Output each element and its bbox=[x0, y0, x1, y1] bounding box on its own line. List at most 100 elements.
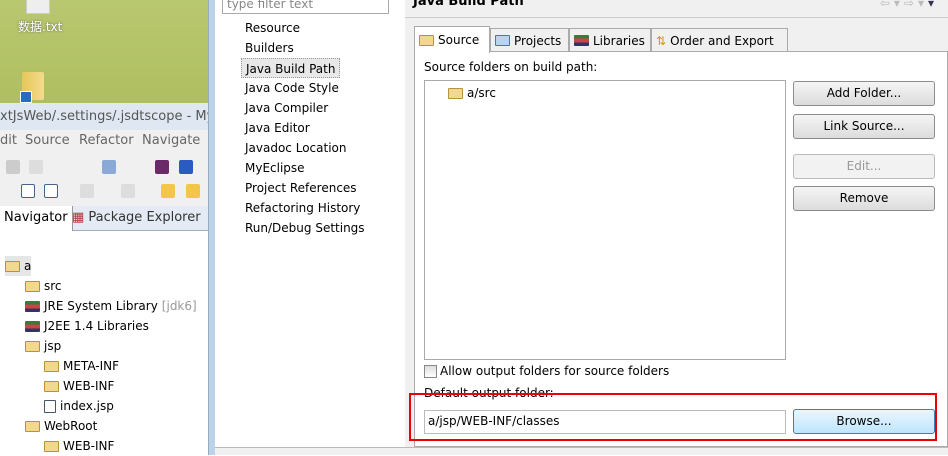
tab-projects[interactable]: Projects bbox=[490, 28, 569, 52]
source-tab-panel: Source folders on build path: a/src Add … bbox=[409, 51, 948, 447]
dialog-bottom-bar bbox=[215, 447, 948, 455]
source-folder-icon bbox=[448, 87, 463, 99]
tree-item-label: src bbox=[44, 279, 62, 293]
print-icon[interactable] bbox=[29, 160, 43, 174]
list-item-label: a/src bbox=[467, 86, 496, 100]
new-package-icon[interactable] bbox=[155, 160, 169, 174]
category-item[interactable]: Refactoring History bbox=[241, 198, 364, 218]
tab-label: Source bbox=[438, 33, 480, 47]
allow-output-label[interactable]: Allow output folders for source folders bbox=[440, 364, 669, 378]
properties-dialog: type filter text Resource Builders Java … bbox=[215, 0, 948, 455]
category-item[interactable]: Java Code Style bbox=[241, 78, 343, 98]
tab-libraries[interactable]: Libraries bbox=[569, 28, 651, 52]
expand-all-icon[interactable] bbox=[21, 184, 35, 198]
link-source-button[interactable]: Link Source... bbox=[793, 114, 935, 139]
eclipse-window: xtJsWeb/.settings/.jsdtscope - MyEcl dit… bbox=[0, 103, 208, 455]
tab-navigator[interactable]: Navigator bbox=[0, 206, 73, 231]
tree-item[interactable]: META-INF bbox=[44, 356, 119, 376]
separator bbox=[405, 17, 948, 18]
save-icon[interactable] bbox=[6, 160, 20, 174]
tree-item-label: WEB-INF bbox=[63, 379, 115, 393]
project-icon bbox=[5, 260, 20, 272]
folder-icon bbox=[44, 440, 59, 452]
shortcut-arrow-icon bbox=[20, 91, 32, 103]
tree-item-label: index.jsp bbox=[60, 399, 114, 413]
tree-item[interactable]: WEB-INF bbox=[44, 436, 114, 456]
source-folders-list[interactable]: a/src bbox=[424, 80, 786, 360]
desktop-background: 数据.txt bbox=[0, 0, 208, 103]
page-navigation: ⇦▾⇨▾▾ bbox=[880, 0, 938, 10]
category-item[interactable]: Resource bbox=[241, 18, 304, 38]
tree-item-label: a bbox=[24, 259, 32, 273]
window-border bbox=[208, 0, 215, 455]
tree-item-label: META-INF bbox=[63, 359, 120, 373]
tree-item[interactable]: src bbox=[25, 276, 62, 296]
library-icon bbox=[25, 300, 40, 312]
category-item[interactable]: Project References bbox=[241, 178, 361, 198]
category-item[interactable]: Builders bbox=[241, 38, 298, 58]
tree-item-label: J2EE 1.4 Libraries bbox=[44, 319, 149, 333]
allow-output-checkbox[interactable] bbox=[424, 365, 437, 378]
category-item[interactable]: MyEclipse bbox=[241, 158, 309, 178]
list-item[interactable]: a/src bbox=[448, 83, 496, 103]
remove-button[interactable]: Remove bbox=[793, 186, 935, 211]
edit-button[interactable]: Edit... bbox=[793, 154, 935, 179]
tree-item[interactable]: jsp bbox=[25, 336, 61, 356]
package-explorer-icon: ▦ bbox=[72, 210, 89, 225]
text-file-icon[interactable] bbox=[26, 0, 50, 14]
menu-bar: dit Source Refactor Navigate bbox=[0, 130, 208, 152]
collapse-all-icon[interactable] bbox=[44, 184, 58, 198]
folder-icon bbox=[25, 340, 40, 352]
category-item[interactable]: Run/Debug Settings bbox=[241, 218, 369, 238]
window-title: xtJsWeb/.settings/.jsdtscope - MyEcl bbox=[0, 103, 208, 130]
back-arrow-icon[interactable]: ⇦▾ bbox=[880, 0, 904, 10]
tree-item[interactable]: a bbox=[5, 256, 32, 276]
menu-navigate[interactable]: Navigate bbox=[142, 133, 200, 148]
projects-icon bbox=[495, 35, 510, 46]
new-class-icon[interactable] bbox=[179, 160, 193, 174]
view-tabs: Navigator ▦ Package Explorer bbox=[0, 206, 208, 231]
add-folder-button[interactable]: Add Folder... bbox=[793, 81, 935, 106]
page-title: Java Build Path bbox=[413, 0, 524, 9]
source-folders-label: Source folders on build path: bbox=[424, 60, 598, 74]
highlight-box bbox=[409, 393, 937, 441]
filter-input[interactable]: type filter text bbox=[222, 0, 389, 14]
menu-refactor[interactable]: Refactor bbox=[79, 133, 134, 148]
menu-edit[interactable]: dit bbox=[0, 133, 17, 148]
tab-label: Projects bbox=[514, 33, 562, 48]
category-item[interactable]: Java Compiler bbox=[241, 98, 332, 118]
folder-icon bbox=[44, 360, 59, 372]
tab-order-export[interactable]: ⇅ Order and Export bbox=[651, 28, 788, 52]
tree-item[interactable]: JRE System Library [jdk6] bbox=[25, 296, 197, 316]
tree-item-label: WEB-INF bbox=[63, 439, 115, 453]
back-icon[interactable] bbox=[186, 184, 200, 198]
tab-package-explorer[interactable]: ▦ Package Explorer bbox=[72, 210, 201, 225]
tree-item-label: jsp bbox=[44, 339, 62, 353]
last-edit-icon[interactable] bbox=[161, 184, 175, 198]
category-item-selected[interactable]: Java Build Path bbox=[241, 58, 341, 78]
previous-annotation-icon[interactable] bbox=[121, 184, 135, 198]
jsp-file-icon bbox=[44, 399, 56, 413]
library-icon bbox=[574, 35, 589, 46]
project-tree: a src JRE System Library [jdk6] J2EE 1.4 … bbox=[0, 231, 208, 455]
folder-icon bbox=[25, 420, 40, 432]
view-menu-icon[interactable]: ▾ bbox=[928, 0, 938, 10]
next-annotation-icon[interactable] bbox=[80, 184, 94, 198]
tree-item-label: WebRoot bbox=[44, 419, 98, 433]
tree-item[interactable]: index.jsp bbox=[44, 396, 114, 416]
source-folder-icon bbox=[419, 34, 434, 46]
tree-item[interactable]: WEB-INF bbox=[44, 376, 114, 396]
tree-item[interactable]: WebRoot bbox=[25, 416, 97, 436]
tab-source[interactable]: Source bbox=[414, 26, 490, 53]
category-item[interactable]: Java Editor bbox=[241, 118, 314, 138]
forward-arrow-icon[interactable]: ⇨▾ bbox=[904, 0, 928, 10]
tree-item-label: JRE System Library bbox=[44, 299, 158, 313]
tab-label: Package Explorer bbox=[88, 210, 201, 225]
folder-icon bbox=[44, 380, 59, 392]
jdk-label: [jdk6] bbox=[161, 299, 197, 313]
desktop-file-label[interactable]: 数据.txt bbox=[18, 18, 62, 35]
category-item[interactable]: Javadoc Location bbox=[241, 138, 350, 158]
menu-source[interactable]: Source bbox=[25, 133, 70, 148]
new-bean-icon[interactable] bbox=[102, 160, 116, 174]
tree-item[interactable]: J2EE 1.4 Libraries bbox=[25, 316, 149, 336]
